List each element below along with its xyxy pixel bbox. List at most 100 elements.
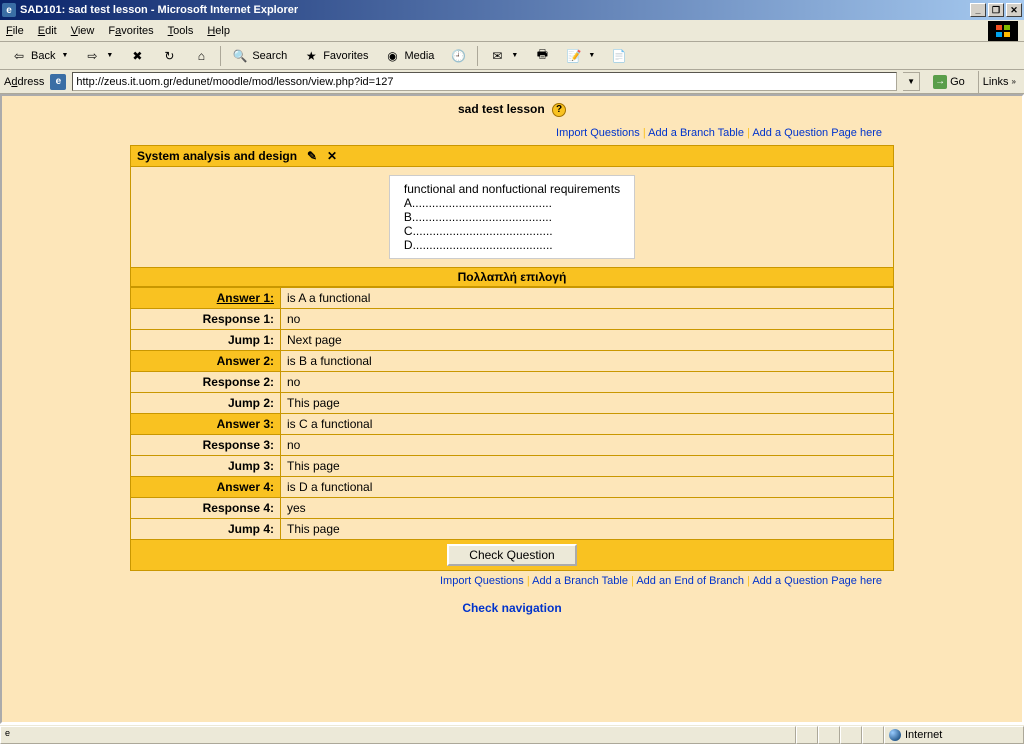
check-navigation-link[interactable]: Check navigation xyxy=(462,601,561,615)
stop-button[interactable]: ✖ xyxy=(122,45,152,67)
row-label: Response 3: xyxy=(131,434,281,455)
window-titlebar: e SAD101: sad test lesson - Microsoft In… xyxy=(0,0,1024,20)
edit-icon: 📝 xyxy=(566,48,582,64)
row-label: Jump 3: xyxy=(131,455,281,476)
status-main: e xyxy=(0,726,796,744)
menu-favorites[interactable]: Favorites xyxy=(108,25,153,37)
home-icon: ⌂ xyxy=(193,48,209,64)
content-frame: sad test lesson ? Import Questions | Add… xyxy=(0,94,1024,724)
menu-tools[interactable]: Tools xyxy=(168,25,194,37)
forward-button[interactable]: ⇨ ▼ xyxy=(77,45,120,67)
status-cell xyxy=(840,726,862,744)
home-button[interactable]: ⌂ xyxy=(186,45,216,67)
history-button[interactable]: 🕘 xyxy=(443,45,473,67)
row-label: Answer 2: xyxy=(131,350,281,371)
row-value: no xyxy=(281,371,894,392)
table-row: Response 4:yes xyxy=(131,497,894,518)
question-text-box: functional and nonfuctional requirements… xyxy=(389,175,635,259)
back-button[interactable]: ⇦ Back ▼ xyxy=(4,45,75,67)
restore-button[interactable]: ❐ xyxy=(988,3,1004,17)
help-icon[interactable]: ? xyxy=(552,103,566,117)
edit-icon[interactable]: ✎ xyxy=(305,149,319,163)
question-type-header: Πολλαπλή επιλογή xyxy=(130,268,894,287)
toolbar: ⇦ Back ▼ ⇨ ▼ ✖ ↻ ⌂ 🔍Search ★Favorites ◉M… xyxy=(0,42,1024,70)
links-bar[interactable]: Links » xyxy=(978,71,1020,93)
add-branch-table-link[interactable]: Add a Branch Table xyxy=(532,575,628,587)
check-navigation-row: Check navigation xyxy=(2,593,1022,623)
menu-bar: File Edit View Favorites Tools Help xyxy=(0,20,1024,42)
add-question-page-link[interactable]: Add a Question Page here xyxy=(752,575,882,587)
edit-button[interactable]: 📝▼ xyxy=(559,45,602,67)
row-label: Answer 4: xyxy=(131,476,281,497)
print-button[interactable]: 🖶 xyxy=(527,45,557,67)
print-icon: 🖶 xyxy=(534,48,550,64)
search-button[interactable]: 🔍Search xyxy=(225,45,294,67)
table-row: Jump 4:This page xyxy=(131,518,894,539)
answers-table: Answer 1:is A a functionalResponse 1:noJ… xyxy=(130,287,894,540)
go-button[interactable]: → Go xyxy=(926,72,972,91)
row-value: This page xyxy=(281,455,894,476)
table-row: Response 3:no xyxy=(131,434,894,455)
question-title: functional and nonfuctional requirements xyxy=(404,182,620,196)
option-c: C.......................................… xyxy=(404,224,620,238)
action-links-top: Import Questions | Add a Branch Table | … xyxy=(2,123,1022,145)
check-row: Check Question xyxy=(130,540,894,571)
lesson-section: System analysis and design ✎ ✕ functiona… xyxy=(130,145,894,571)
row-label: Jump 4: xyxy=(131,518,281,539)
row-value: yes xyxy=(281,497,894,518)
dropdown-icon: ▼ xyxy=(61,52,68,59)
refresh-button[interactable]: ↻ xyxy=(154,45,184,67)
menu-edit[interactable]: Edit xyxy=(38,25,57,37)
table-row: Answer 4:is D a functional xyxy=(131,476,894,497)
refresh-icon: ↻ xyxy=(161,48,177,64)
menu-view[interactable]: View xyxy=(71,25,95,37)
import-questions-link[interactable]: Import Questions xyxy=(440,575,524,587)
window-title: SAD101: sad test lesson - Microsoft Inte… xyxy=(20,4,298,16)
table-row: Jump 1:Next page xyxy=(131,329,894,350)
delete-icon[interactable]: ✕ xyxy=(325,149,339,163)
address-bar: Address e ▼ → Go Links » xyxy=(0,70,1024,94)
add-end-of-branch-link[interactable]: Add an End of Branch xyxy=(636,575,744,587)
check-question-button[interactable]: Check Question xyxy=(447,544,576,566)
globe-icon xyxy=(889,729,901,741)
favorites-button[interactable]: ★Favorites xyxy=(296,45,375,67)
page-icon: e xyxy=(50,74,66,90)
table-row: Response 2:no xyxy=(131,371,894,392)
table-row: Jump 3:This page xyxy=(131,455,894,476)
separator xyxy=(477,46,478,66)
mail-icon: ✉ xyxy=(489,48,505,64)
mail-button[interactable]: ✉▼ xyxy=(482,45,525,67)
row-value: is B a functional xyxy=(281,350,894,371)
row-value: is C a functional xyxy=(281,413,894,434)
page-title: sad test lesson ? xyxy=(2,96,1022,123)
minimize-button[interactable]: _ xyxy=(970,3,986,17)
add-question-page-link[interactable]: Add a Question Page here xyxy=(752,127,882,139)
ie-icon: e xyxy=(5,728,19,742)
status-bar: e Internet xyxy=(0,724,1024,744)
dropdown-icon: ▼ xyxy=(106,52,113,59)
table-row: Answer 1:is A a functional xyxy=(131,287,894,308)
status-cell xyxy=(862,726,884,744)
address-label: Address xyxy=(4,76,44,88)
back-arrow-icon: ⇦ xyxy=(11,48,27,64)
row-value: is D a functional xyxy=(281,476,894,497)
section-title: System analysis and design xyxy=(137,149,297,163)
close-button[interactable]: ✕ xyxy=(1006,3,1022,17)
table-row: Response 1:no xyxy=(131,308,894,329)
menu-file[interactable]: File xyxy=(6,25,24,37)
row-label: Answer 3: xyxy=(131,413,281,434)
discuss-button[interactable]: 📄 xyxy=(604,45,634,67)
row-value: Next page xyxy=(281,329,894,350)
table-row: Answer 2:is B a functional xyxy=(131,350,894,371)
address-input[interactable] xyxy=(72,72,897,91)
row-value: no xyxy=(281,434,894,455)
row-label: Answer 1: xyxy=(131,287,281,308)
question-content: functional and nonfuctional requirements… xyxy=(130,167,894,268)
discuss-icon: 📄 xyxy=(611,48,627,64)
address-dropdown[interactable]: ▼ xyxy=(903,72,920,91)
status-cell xyxy=(818,726,840,744)
import-questions-link[interactable]: Import Questions xyxy=(556,127,640,139)
menu-help[interactable]: Help xyxy=(207,25,230,37)
add-branch-table-link[interactable]: Add a Branch Table xyxy=(648,127,744,139)
media-button[interactable]: ◉Media xyxy=(377,45,441,67)
